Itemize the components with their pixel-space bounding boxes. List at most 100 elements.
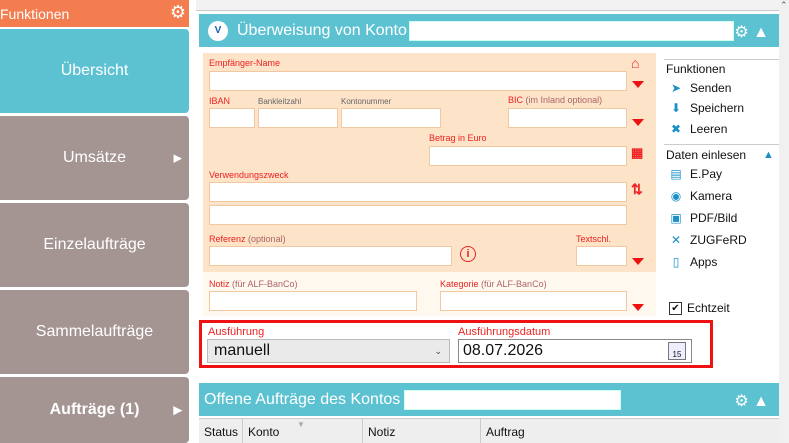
send-action[interactable]: ➤ Senden [669,81,731,95]
execution-section: Ausführung Ausführungsdatum manuell ⌄ 08… [199,320,713,368]
column-note[interactable]: Notiz [368,425,395,439]
sidebar-item-batch-orders[interactable]: Sammelaufträge [0,290,189,374]
sidebar-item-label: Aufträge (1) [49,401,140,418]
info-icon[interactable]: i [460,246,476,262]
note-hint: (für ALF-BanCo) [232,279,298,289]
bank-code-input[interactable] [258,108,338,128]
column-status[interactable]: Status [204,425,238,439]
functions-divider [664,59,779,60]
account-name-box [409,21,734,41]
send-label: Senden [690,81,732,95]
account-number-label: Kontonummer [341,97,392,106]
execution-select[interactable]: manuell ⌄ [207,339,450,363]
recipient-input[interactable] [209,71,627,91]
sidebar-item-single-orders[interactable]: Einzelaufträge [0,203,189,287]
amount-input[interactable] [429,146,627,166]
note-input[interactable] [209,291,417,311]
gear-icon[interactable]: ⚙ [734,393,748,410]
execution-date-input[interactable]: 08.07.2026 15 [458,339,692,363]
reference-input[interactable] [209,246,452,266]
camera-icon: ◉ [670,189,682,203]
home-icon[interactable]: ⌂ [631,55,639,71]
checkbox-checked-icon[interactable]: ✔ [669,301,682,315]
sidebar-item-orders[interactable]: Aufträge (1) ▶ [0,377,189,443]
download-icon: ⬇ [670,101,682,115]
recipient-dropdown-icon[interactable] [632,81,644,88]
column-divider [362,419,363,443]
account-number-input[interactable] [341,108,441,128]
camera-action[interactable]: ◉ Kamera [669,189,732,203]
top-toolbar-strip [196,0,789,11]
bic-label: BIC (im Inland optional) [508,95,602,105]
scroll-up-icon[interactable]: ⌃ [780,0,788,11]
sidebar-item-transactions[interactable]: Umsätze ▶ [0,116,189,200]
send-icon: ➤ [670,81,682,95]
sidebar-item-label: Einzelaufträge [43,236,146,253]
reference-label: Referenz (optional) [209,234,286,244]
execution-date-label: Ausführungsdatum [458,326,551,338]
pdf-label: PDF/Bild [690,211,738,225]
column-divider [480,419,481,443]
bic-label-text: BIC [508,95,524,105]
vertical-scrollbar[interactable]: ⌃ [779,0,789,443]
category-input[interactable] [440,291,627,311]
pdf-action[interactable]: ▣ PDF/Bild [669,211,737,225]
execution-date-value: 08.07.2026 [463,342,544,359]
category-hint: (für ALF-BanCo) [481,279,547,289]
iban-label: IBAN [209,96,231,106]
bank-code-label: Bankleitzahl [258,97,302,106]
panel-title: Überweisung von Konto [237,21,407,39]
clear-label: Leeren [690,122,728,136]
category-label: Kategorie (für ALF-BanCo) [440,279,547,289]
epay-label: E.Pay [690,167,723,181]
realtime-checkbox[interactable]: ✔ Echtzeit [669,301,730,315]
camera-label: Kamera [690,189,733,203]
bank-logo-icon: V [208,20,228,41]
bic-dropdown-icon[interactable] [632,119,644,126]
text-key-dropdown-icon[interactable] [632,258,644,265]
sort-down-icon[interactable]: ▼ [297,420,305,429]
note-label: Notiz (für ALF-BanCo) [209,279,298,289]
zugferd-action[interactable]: ✕ ZUGFeRD [669,233,747,247]
clear-action[interactable]: ✖ Leeren [669,122,727,136]
import-title: Daten einlesen [666,148,747,162]
purpose-label: Verwendungszweck [209,170,289,180]
bic-input[interactable] [508,108,627,128]
sidebar-item-overview[interactable]: Übersicht [0,29,189,113]
collapse-up-icon[interactable]: ▲ [753,393,769,410]
apps-action[interactable]: ▯ Apps [669,255,718,269]
zugferd-icon: ✕ [670,233,682,247]
clear-icon: ✖ [670,122,682,136]
sidebar-item-label: Sammelaufträge [35,323,154,340]
collapse-up-icon[interactable]: ▲ [753,24,769,41]
collapse-up-icon[interactable]: ▲ [763,149,774,161]
calculator-icon[interactable]: ▦ [631,145,643,161]
purpose-line-2-input[interactable] [209,205,627,225]
iban-country-input[interactable] [209,108,255,128]
gear-icon[interactable]: ⚙ [170,2,186,23]
apps-icon: ▯ [672,255,680,269]
save-action[interactable]: ⬇ Speichern [669,101,744,115]
reference-label-text: Referenz [209,234,246,244]
sidebar-item-label: Übersicht [60,62,129,79]
transfer-form: Empfänger-Name ⌂ IBAN Bankleitzahl Konto… [203,53,656,316]
calendar-day: 15 [672,350,682,359]
purpose-line-1-input[interactable] [209,182,627,202]
calendar-icon[interactable]: 15 [668,342,686,360]
transfer-panel-header: V Überweisung von Konto ⚙ ▲ [199,14,779,47]
bic-hint: (im Inland optional) [525,95,603,105]
open-orders-header: Offene Aufträge des Kontos ⚙ ▲ [199,383,779,416]
gear-icon[interactable]: ⚙ [734,24,748,41]
reference-hint: (optional) [248,234,286,244]
orders-table-header: Status Konto ▼ Notiz Auftrag [199,418,779,443]
sidebar-header: Funktionen ⚙ [0,0,189,27]
text-key-label: Textschl. [576,234,612,244]
column-account[interactable]: Konto [248,425,279,439]
swap-icon[interactable]: ⇅ [631,181,643,198]
category-label-text: Kategorie [440,279,479,289]
category-dropdown-icon[interactable] [632,304,644,311]
column-order[interactable]: Auftrag [486,425,525,439]
text-key-input[interactable] [576,246,627,266]
epay-action[interactable]: ▤ E.Pay [669,167,722,181]
sidebar-title: Funktionen [0,5,70,22]
